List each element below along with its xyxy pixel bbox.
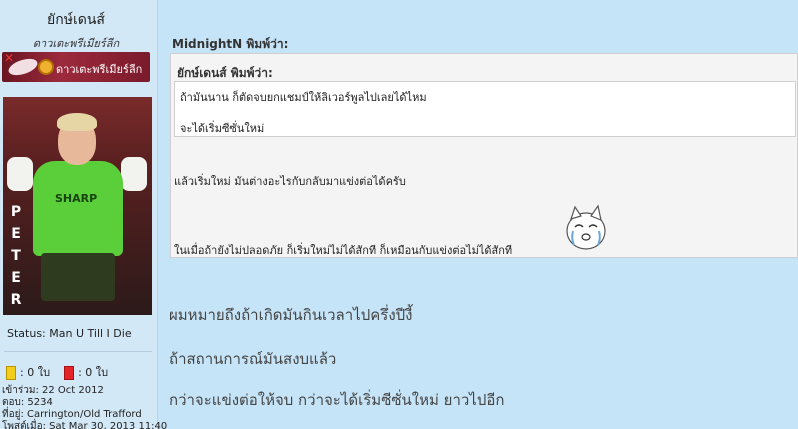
outer-quote-line: ในเมื่อถ้ายังไม่ปลอดภัย ก็เริ่มใหม่ไม่ได…	[174, 244, 513, 257]
avatar-letter: R	[10, 292, 22, 308]
jersey	[33, 161, 123, 256]
user-panel: ยักษ์เดนส์ ดาวเตะพรีเมียร์ลีก ✕ ดาวเตะพร…	[0, 0, 167, 429]
glove-left	[7, 157, 33, 191]
avatar: SHARP P E T E R	[3, 97, 152, 315]
outer-quote: ยักษ์เดนส์ พิมพ์ว่า: ถ้ามันนาน ก็ตัดจบยก…	[170, 53, 798, 258]
user-status: Status: Man U Till I Die	[7, 327, 132, 340]
avatar-letter: T	[11, 248, 21, 264]
avatar-letter: P	[10, 204, 22, 220]
yellow-card-count: : 0 ใบ	[20, 366, 51, 379]
jersey-sponsor: SHARP	[55, 192, 98, 205]
inner-quote: ถ้ามันนาน ก็ตัดจบยกแชมป์ให้ลิเวอร์พูลไปเ…	[174, 81, 796, 137]
post-count: ตอบ: 5234	[2, 397, 53, 408]
outer-quote-author: MidnightN พิมพ์ว่า:	[172, 37, 289, 51]
red-card-count: : 0 ใบ	[78, 366, 109, 379]
joined-date: เข้าร่วม: 22 Oct 2012	[2, 385, 104, 396]
avatar-letter: E	[11, 270, 21, 286]
divider	[4, 351, 152, 352]
user-title: ดาวเตะพรีเมียร์ลีก	[32, 37, 120, 50]
post-body-line: กว่าจะแข่งต่อให้จบ กว่าจะได้เริ่มซีซั่นใ…	[169, 391, 505, 409]
crying-cat-emoticon	[566, 204, 606, 250]
inner-quote-line: จะได้เริ่มซีซั่นใหม่	[180, 122, 265, 135]
username[interactable]: ยักษ์เดนส์	[0, 9, 152, 31]
shorts	[41, 253, 115, 301]
post-body-line: ถ้าสถานการณ์มันสงบแล้ว	[169, 350, 337, 368]
glove-right	[121, 157, 147, 191]
sun-icon	[40, 61, 52, 73]
card-counts: : 0 ใบ : 0 ใบ	[6, 363, 108, 381]
post-time: โพสต์เมื่อ: Sat Mar 30, 2013 11:40	[2, 421, 168, 429]
avatar-letters: P E T E R	[9, 201, 23, 311]
post-body-line: ผมหมายถึงถ้าเกิดมันกินเวลาไปครึ่งปีงี้	[169, 306, 413, 324]
player-hair	[57, 113, 97, 131]
rank-badge: ✕ ดาวเตะพรีเมียร์ลีก	[2, 51, 150, 82]
yellow-card-icon	[6, 366, 16, 380]
inner-quote-line: ถ้ามันนาน ก็ตัดจบยกแชมป์ให้ลิเวอร์พูลไปเ…	[180, 91, 427, 104]
outer-quote-line: แล้วเริ่มใหม่ มันต่างอะไรกับกลับมาแข่งต่…	[174, 175, 406, 188]
user-meta: เข้าร่วม: 22 Oct 2012 ตอบ: 5234 ที่อยู่:…	[2, 385, 167, 429]
location: ที่อยู่: Carrington/Old Trafford	[2, 409, 142, 420]
red-card-icon	[64, 366, 75, 380]
rank-badge-label: ดาวเตะพรีเมียร์ลีก	[56, 63, 143, 76]
avatar-letter: E	[11, 226, 21, 242]
